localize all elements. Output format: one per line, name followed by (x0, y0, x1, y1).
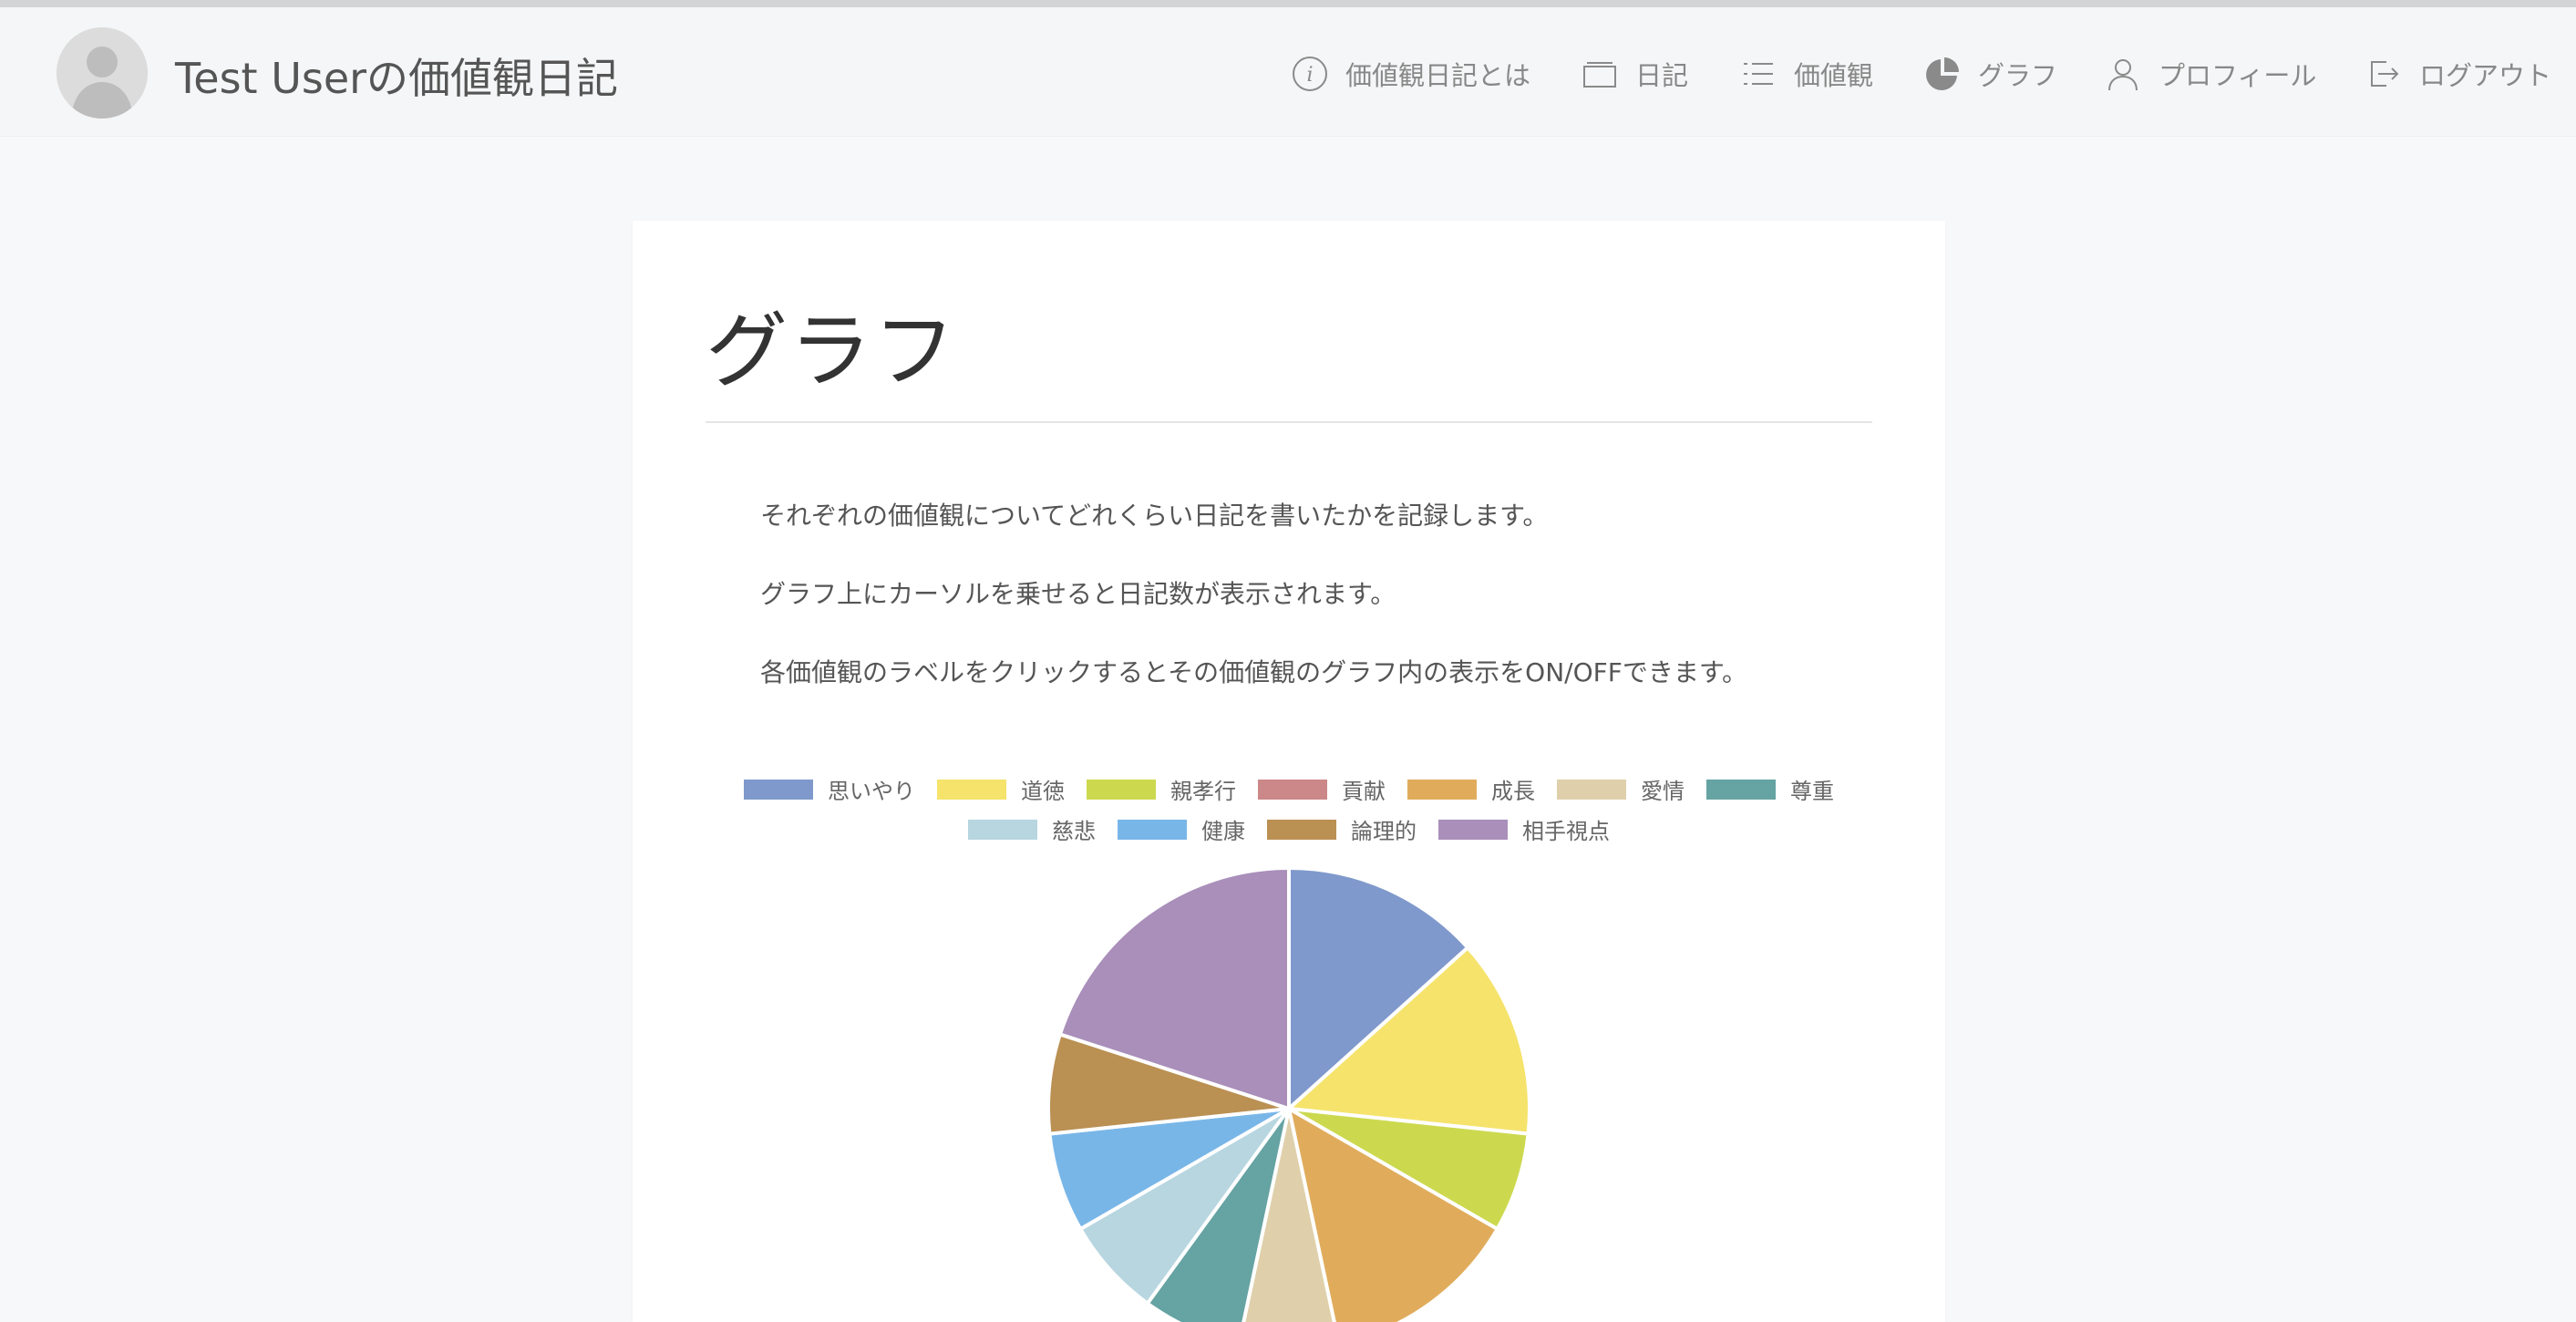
list-icon (1739, 55, 1777, 93)
nav-profile-label: プロフィール (2159, 60, 2317, 91)
nav-graph[interactable]: グラフ (1923, 51, 2057, 97)
app-title[interactable]: Test Userの価値観日記 (175, 46, 618, 106)
avatar[interactable] (57, 27, 148, 119)
nav-graph-label: グラフ (1978, 60, 2058, 91)
user-icon (2104, 55, 2142, 93)
pie-chart-icon (1923, 55, 1962, 93)
nav-about[interactable]: i 価値観日記とは (1291, 51, 1530, 97)
info-circle-icon: i (1291, 55, 1329, 93)
pie-chart (1046, 865, 1531, 1322)
nav-values-label: 価値観 (1794, 60, 1874, 91)
folder-icon (1581, 55, 1619, 93)
user-silhouette-icon (57, 27, 148, 119)
nav-values[interactable]: 価値観 (1739, 51, 1873, 97)
nav-diary[interactable]: 日記 (1581, 51, 1688, 97)
nav-logout[interactable]: ログアウト (2365, 51, 2551, 97)
top-navbar: Test Userの価値観日記 i 価値観日記とは 日記 価値観 グラフ プロフ… (0, 0, 2576, 137)
nav-profile[interactable]: プロフィール (2104, 51, 2316, 97)
nav-logout-label: ログアウト (2419, 60, 2552, 91)
svg-text:i: i (1306, 64, 1313, 87)
graph-card: グラフ それぞれの価値観についてどれくらい日記を書いたかを記録します。 グラフ上… (633, 221, 1945, 1322)
logout-icon (2365, 55, 2403, 93)
nav-about-label: 価値観日記とは (1345, 60, 1531, 91)
nav-diary-label: 日記 (1635, 60, 1689, 91)
